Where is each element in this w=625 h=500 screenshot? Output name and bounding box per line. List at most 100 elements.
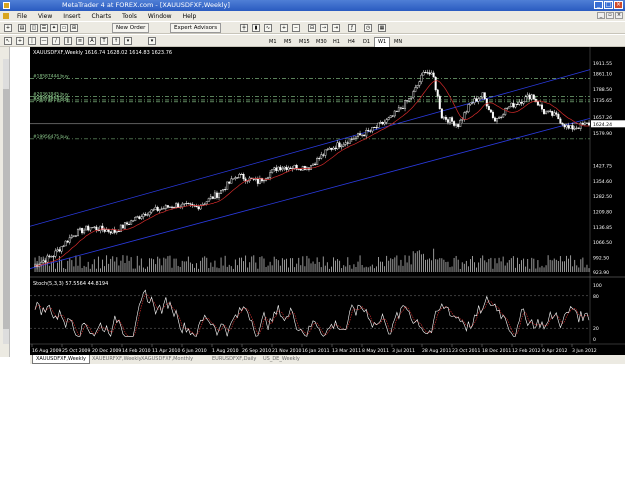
text-icon[interactable]: A: [88, 37, 96, 45]
indicators-icon[interactable]: ƒ: [348, 24, 356, 32]
candle-body: [408, 98, 411, 102]
chart-shift-icon[interactable]: ⇥: [332, 24, 340, 32]
candle-body: [256, 178, 259, 184]
maximize-button[interactable]: □: [604, 1, 613, 9]
label-icon[interactable]: T: [100, 37, 108, 45]
candle-body: [277, 166, 280, 171]
minimize-button[interactable]: _: [594, 1, 603, 9]
price-axis-label: 1657.26: [593, 115, 612, 121]
auto-scroll-icon[interactable]: →: [320, 24, 328, 32]
shapes-icon[interactable]: ▾: [124, 37, 132, 45]
candle-body: [350, 138, 353, 140]
candle-body: [373, 126, 376, 128]
mdi-close-button[interactable]: ×: [615, 12, 623, 19]
vertical-line-icon[interactable]: |: [28, 37, 36, 45]
candle-body: [387, 117, 390, 120]
tab-us-de-weekly[interactable]: US_DE_Weekly: [263, 355, 300, 364]
channel-icon[interactable]: ∥: [64, 37, 72, 45]
candle-body: [205, 201, 208, 205]
menu-view[interactable]: View: [38, 13, 52, 20]
candle-body: [496, 118, 499, 122]
tab-eurusd-daily[interactable]: EURUSDFXF,Daily: [212, 355, 256, 364]
candle-body: [365, 130, 368, 137]
cursor-icon[interactable]: ↖: [4, 37, 12, 45]
candle-body: [58, 249, 61, 252]
candle-body: [493, 117, 496, 122]
horizontal-line-icon[interactable]: —: [40, 37, 48, 45]
period-step-icon[interactable]: ▾: [148, 37, 156, 45]
candle-body: [271, 169, 274, 173]
expert-advisors-button[interactable]: Expert Advisors: [170, 23, 222, 33]
candle-body: [40, 261, 43, 265]
time-axis-label: 8 May 2011: [362, 348, 389, 354]
candle-body: [502, 114, 505, 118]
time-axis-label: 3 Jun 2012: [572, 348, 597, 354]
candle-body: [312, 163, 315, 166]
data-window-icon[interactable]: ☰: [40, 24, 48, 32]
price-chart[interactable]: XAUUSDFXF,Weekly 1616.74 1628.02 1614.83…: [29, 47, 625, 355]
candle-body: [483, 92, 486, 100]
time-axis-label: 20 Dec 2009: [92, 348, 121, 354]
mdi-restore-button[interactable]: ▫: [606, 12, 614, 19]
candle-body: [449, 117, 452, 123]
candle-body: [134, 217, 137, 221]
price-axis-label: 1861.10: [593, 72, 612, 78]
periods-icon[interactable]: ◷: [364, 24, 372, 32]
price-axis-label: 1911.55: [593, 61, 612, 67]
candle-body: [481, 92, 484, 98]
candle-body: [191, 204, 194, 206]
candle-body: [154, 206, 157, 210]
strategy-tester-icon[interactable]: ⊞: [70, 24, 78, 32]
candle-body: [555, 112, 558, 115]
profiles-icon[interactable]: ▤: [18, 24, 26, 32]
candle-body: [357, 133, 360, 137]
arrows-icon[interactable]: ↑: [112, 37, 120, 45]
candle-body: [463, 112, 466, 120]
zoom-out-icon[interactable]: −: [292, 24, 300, 32]
candle-body: [173, 207, 176, 209]
time-axis-label: 21 Nov 2010: [272, 348, 301, 354]
menu-tools[interactable]: Tools: [122, 13, 137, 20]
bar-chart-icon[interactable]: ╪: [240, 24, 248, 32]
candle-body: [583, 122, 586, 125]
navigator-icon[interactable]: ✦: [50, 24, 58, 32]
menu-help[interactable]: Help: [183, 13, 197, 20]
menu-charts[interactable]: Charts: [92, 13, 112, 20]
mdi-minimize-button[interactable]: _: [597, 12, 605, 19]
candle-body: [404, 100, 407, 109]
terminal-icon[interactable]: ▭: [60, 24, 68, 32]
crosshair-icon[interactable]: +: [16, 37, 24, 45]
candle-body: [489, 109, 492, 113]
vertical-scrollbar[interactable]: [3, 59, 9, 344]
menu-window[interactable]: Window: [148, 13, 172, 20]
trendline-icon[interactable]: /: [52, 37, 60, 45]
order-level-label: #20373019 buy: [33, 97, 69, 103]
menu-insert[interactable]: Insert: [63, 13, 80, 20]
new-order-button[interactable]: New Order: [112, 23, 150, 33]
chart-window[interactable]: XAUUSDFXF,Weekly 1616.74 1628.02 1614.83…: [29, 47, 625, 355]
close-button[interactable]: ×: [614, 1, 623, 9]
candle-body: [44, 260, 47, 263]
candle-body: [551, 111, 554, 116]
drawing-toolbar: ↖ + | — / ∥ ≡ A T ↑ ▾ ▾ M1 M5 M15 M30 H1…: [0, 34, 625, 48]
candlestick-icon[interactable]: ▮: [252, 24, 260, 32]
tab-xauusd-weekly[interactable]: XAUUSDFXF,Weekly: [32, 355, 91, 364]
menu-file[interactable]: File: [17, 13, 27, 20]
candle-body: [111, 229, 114, 234]
window-title: MetaTrader 4 at FOREX.com - [XAUUSDFXF,W…: [62, 1, 230, 9]
tab-xagusd-monthly[interactable]: XAGUSDFXF,Monthly: [141, 355, 193, 364]
line-chart-icon[interactable]: ∿: [264, 24, 272, 32]
zoom-in-icon[interactable]: +: [280, 24, 288, 32]
scrollbar-thumb[interactable]: [3, 89, 9, 329]
tile-windows-icon[interactable]: ⊟: [308, 24, 316, 32]
tab-xaueur-weekly[interactable]: XAUEURFXF,Weekly: [92, 355, 142, 364]
candle-body: [262, 180, 265, 182]
candle-body: [48, 255, 51, 257]
fibonacci-icon[interactable]: ≡: [76, 37, 84, 45]
candle-body: [506, 107, 509, 109]
price-axis-label: 1209.80: [593, 209, 612, 215]
market-watch-icon[interactable]: ◫: [30, 24, 38, 32]
new-chart-icon[interactable]: +: [4, 24, 12, 32]
candle-body: [561, 122, 564, 125]
templates-icon[interactable]: ▦: [378, 24, 386, 32]
